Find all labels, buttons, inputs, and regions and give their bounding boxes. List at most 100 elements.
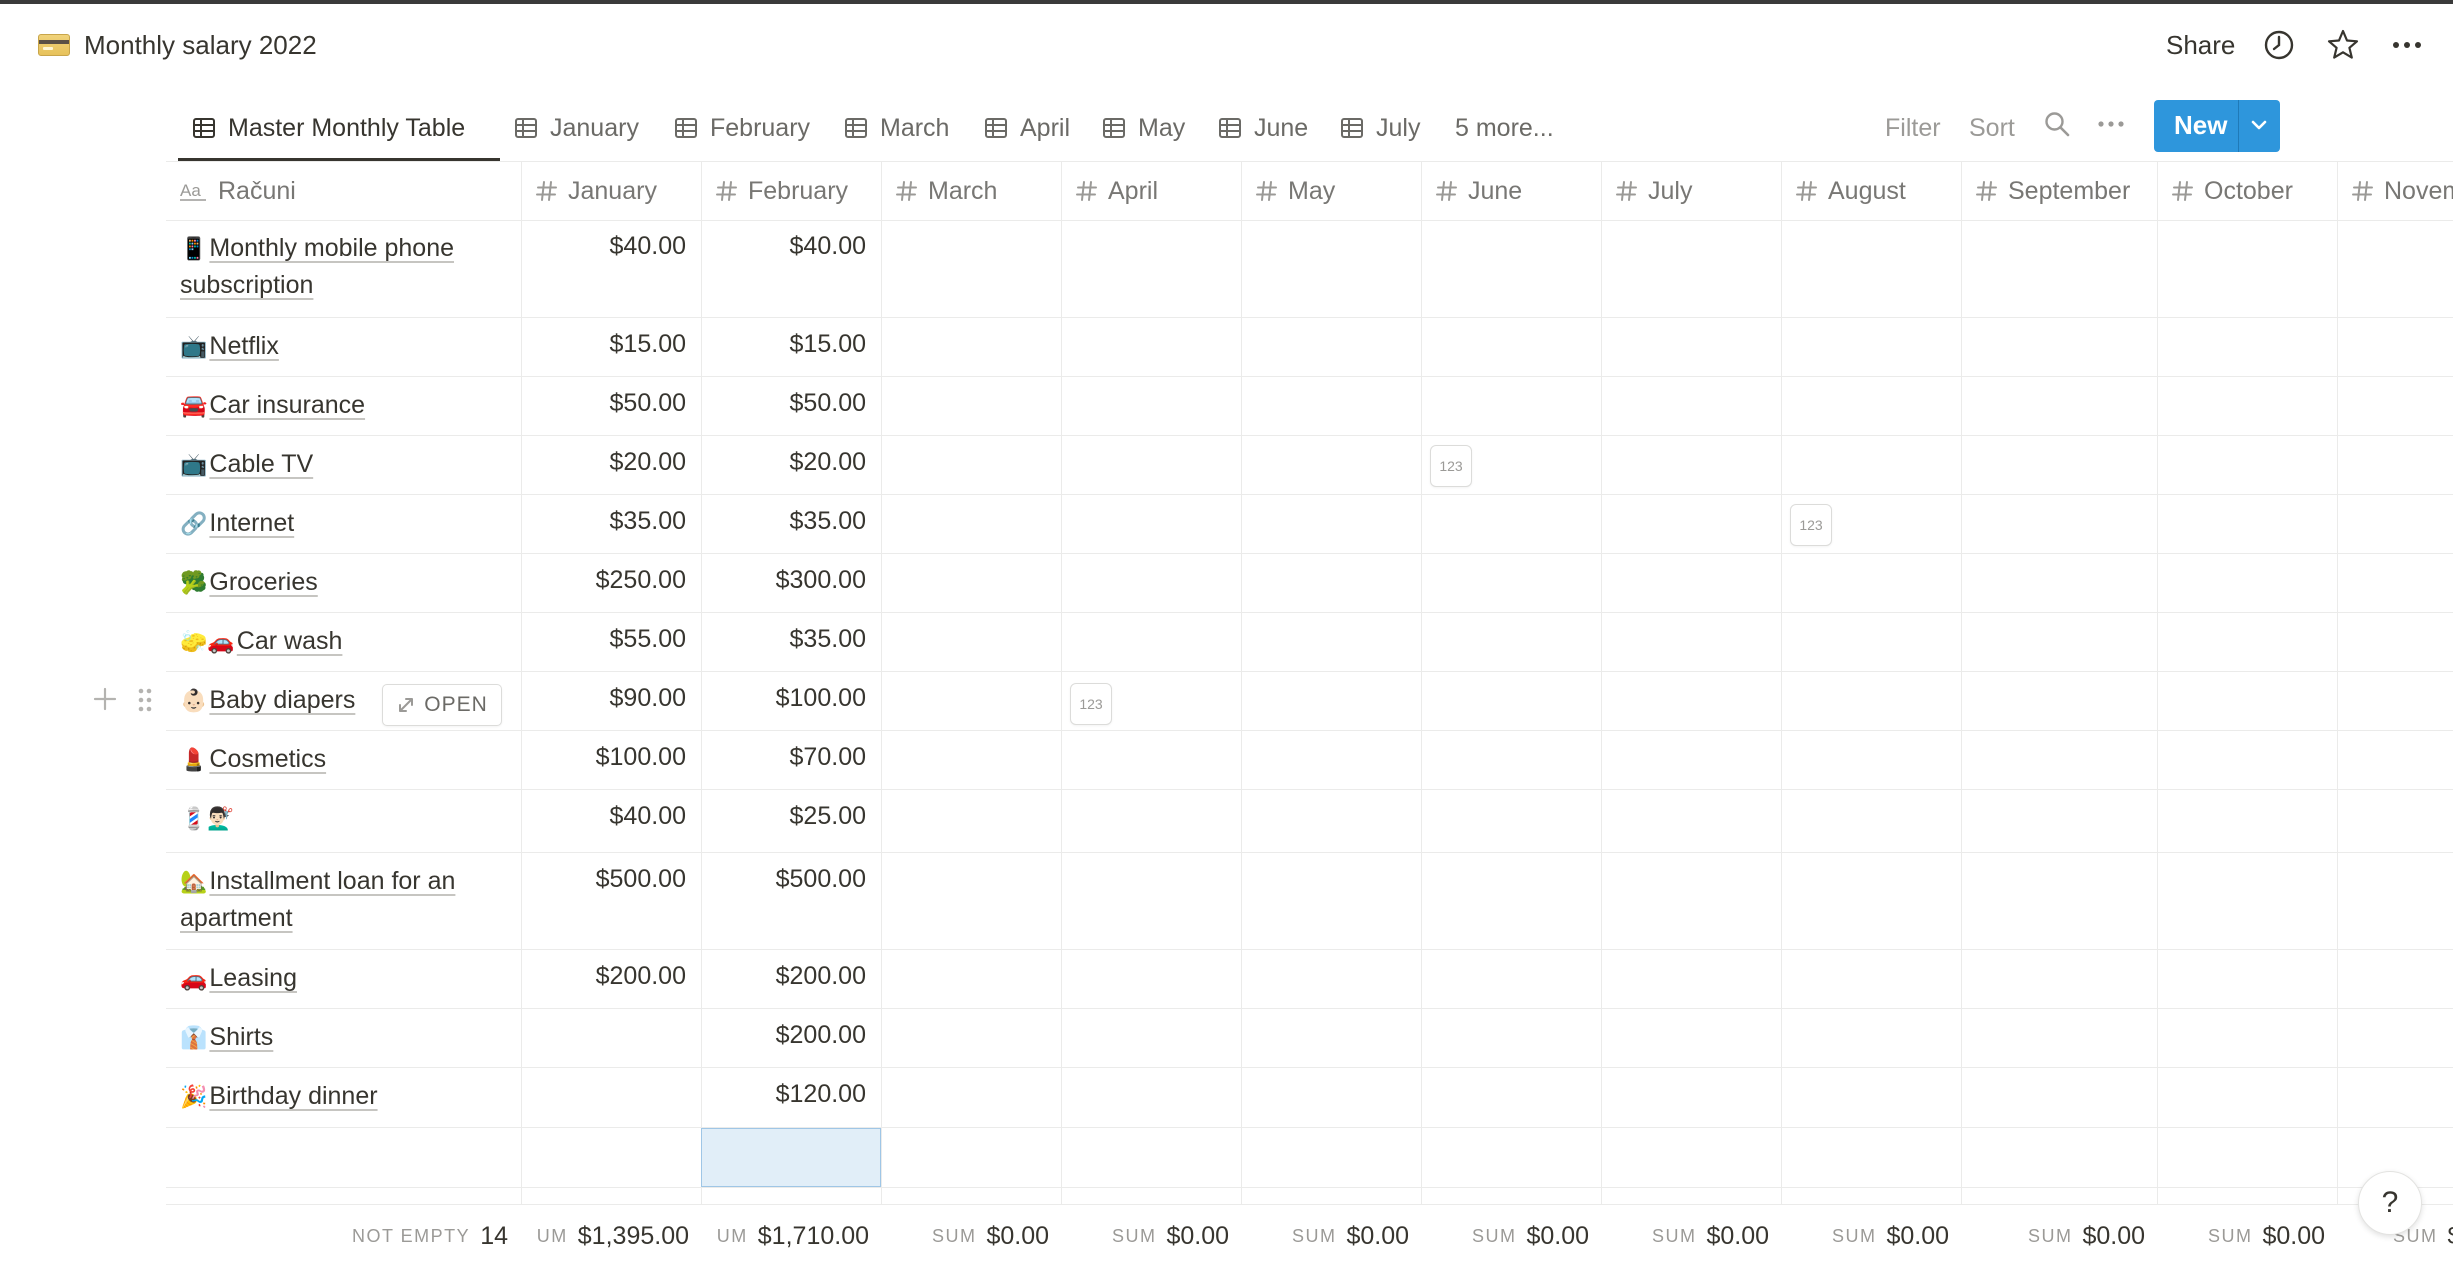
tab-master-monthly-table[interactable]: Master Monthly Table [192, 110, 465, 146]
table-row-name[interactable]: 🥦Groceries [180, 564, 510, 601]
tab-march[interactable]: March [844, 110, 949, 146]
star-icon[interactable] [2326, 28, 2360, 62]
footer-sum-august[interactable]: SUM $0.00 [1781, 1216, 1949, 1256]
column-header-october[interactable]: October [2172, 162, 2332, 220]
column-header-november[interactable]: November [2352, 162, 2453, 220]
cell-january[interactable]: $40.00 [521, 802, 686, 831]
column-header-may[interactable]: May [1256, 162, 1416, 220]
cell-february[interactable]: $120.00 [701, 1080, 866, 1109]
new-button[interactable]: New [2154, 100, 2280, 152]
cell-february[interactable]: $50.00 [701, 389, 866, 418]
cell-february[interactable]: $100.00 [701, 684, 866, 713]
table-row-name[interactable]: 💄Cosmetics [180, 741, 510, 778]
cell-january[interactable]: $35.00 [521, 507, 686, 536]
table-row-name[interactable]: 🔗Internet [180, 505, 510, 542]
row-title: Shirts [209, 1023, 274, 1051]
column-header-february[interactable]: February [716, 162, 876, 220]
cell-february[interactable]: $25.00 [701, 802, 866, 831]
tab-june[interactable]: June [1218, 110, 1308, 146]
cell-february[interactable]: $300.00 [701, 566, 866, 595]
table-row-name[interactable]: 🏡Installment loan for an apartment [180, 863, 510, 937]
cell-january[interactable]: $200.00 [521, 962, 686, 991]
tab-april[interactable]: April [984, 110, 1070, 146]
sort-button[interactable]: Sort [1969, 110, 2015, 146]
more-views-button[interactable]: 5 more... [1455, 110, 1554, 146]
footer-sum-march[interactable]: SUM $0.00 [881, 1216, 1049, 1256]
footer-count-title[interactable]: NOT EMPTY 14 [300, 1216, 508, 1256]
filter-button[interactable]: Filter [1885, 110, 1941, 146]
footer-sum-april[interactable]: SUM $0.00 [1061, 1216, 1229, 1256]
clock-icon[interactable] [2262, 28, 2296, 62]
cell-january[interactable]: $20.00 [521, 448, 686, 477]
more-icon[interactable] [2390, 28, 2424, 62]
footer-sum-february[interactable]: UM $1,710.00 [701, 1216, 869, 1256]
column-header-september[interactable]: September [1976, 162, 2154, 220]
tab-july[interactable]: July [1340, 110, 1420, 146]
tab-february[interactable]: February [674, 110, 810, 146]
column-header-january[interactable]: January [536, 162, 696, 220]
column-header-racuni[interactable]: Aa Računi [180, 162, 510, 220]
cell-february[interactable]: $35.00 [701, 625, 866, 654]
table-row-name[interactable]: 🚗Leasing [180, 960, 510, 997]
footer-sum-january[interactable]: UM $1,395.00 [521, 1216, 689, 1256]
number-input-badge[interactable]: 123 [1790, 504, 1832, 546]
column-header-july[interactable]: July [1616, 162, 1776, 220]
column-header-june[interactable]: June [1436, 162, 1596, 220]
cell-february[interactable]: $20.00 [701, 448, 866, 477]
number-input-badge[interactable]: 123 [1430, 445, 1472, 487]
more-options-icon[interactable] [2096, 110, 2126, 138]
cell-february[interactable]: $200.00 [701, 1021, 866, 1050]
cell-january[interactable]: $40.00 [521, 232, 686, 261]
tab-january[interactable]: January [514, 110, 639, 146]
open-page-button[interactable]: OPEN [382, 684, 502, 726]
cell-january[interactable]: $50.00 [521, 389, 686, 418]
table-row-name[interactable]: 🎉Birthday dinner [180, 1078, 510, 1115]
number-input-badge[interactable]: 123 [1070, 683, 1112, 725]
footer-sum-october[interactable]: SUM $0.00 [2157, 1216, 2325, 1256]
number-property-icon [896, 181, 917, 201]
footer-sum-june[interactable]: SUM $0.00 [1421, 1216, 1589, 1256]
footer-sum-july[interactable]: SUM $0.00 [1601, 1216, 1769, 1256]
column-header-march[interactable]: March [896, 162, 1056, 220]
number-property-icon [716, 181, 737, 201]
row-title: Internet [209, 509, 295, 537]
cell-january[interactable]: $90.00 [521, 684, 686, 713]
page-title[interactable]: Monthly salary 2022 [84, 30, 317, 61]
cell-february[interactable]: $35.00 [701, 507, 866, 536]
chevron-down-icon[interactable] [2246, 112, 2272, 138]
column-header-april[interactable]: April [1076, 162, 1236, 220]
share-button[interactable]: Share [2166, 30, 2235, 61]
footer-sum-may[interactable]: SUM $0.00 [1241, 1216, 1409, 1256]
cell-february[interactable]: $15.00 [701, 330, 866, 359]
cell-january[interactable]: $15.00 [521, 330, 686, 359]
column-header-august[interactable]: August [1796, 162, 1956, 220]
footer-sum-september[interactable]: SUM $0.00 [1961, 1216, 2145, 1256]
row-emoji: 📺 [180, 452, 208, 477]
add-row-icon[interactable] [92, 686, 118, 712]
table-row-name[interactable]: 📱Monthly mobile phone subscription [180, 230, 510, 304]
column-header-label: May [1288, 176, 1336, 205]
cell-february[interactable]: $70.00 [701, 743, 866, 772]
table-icon [1103, 118, 1125, 138]
cell-february[interactable]: $200.00 [701, 962, 866, 991]
table-row-name[interactable]: 💈💇🏻‍♂️ [180, 800, 510, 837]
table-row-name[interactable]: 👶🏻Baby diapers [180, 682, 380, 719]
cell-january[interactable]: $55.00 [521, 625, 686, 654]
selected-cell[interactable] [701, 1128, 881, 1187]
help-button[interactable]: ? [2358, 1171, 2422, 1235]
drag-handle-icon[interactable] [136, 686, 154, 714]
table-row-name[interactable]: 🚘Car insurance [180, 387, 510, 424]
table-row-name[interactable]: 👔Shirts [180, 1019, 510, 1056]
cell-january[interactable]: $100.00 [521, 743, 686, 772]
cell-january[interactable]: $250.00 [521, 566, 686, 595]
cell-february[interactable]: $40.00 [701, 232, 866, 261]
search-icon[interactable] [2043, 110, 2071, 138]
tab-may[interactable]: May [1102, 110, 1185, 146]
cell-february[interactable]: $500.00 [701, 865, 866, 894]
row-emoji: 🚗 [180, 966, 208, 991]
tab-label: January [550, 113, 639, 142]
cell-january[interactable]: $500.00 [521, 865, 686, 894]
table-row-name[interactable]: 📺Netflix [180, 328, 510, 365]
table-row-name[interactable]: 📺Cable TV [180, 446, 510, 483]
table-row-name[interactable]: 🧽🚗Car wash [180, 623, 510, 660]
